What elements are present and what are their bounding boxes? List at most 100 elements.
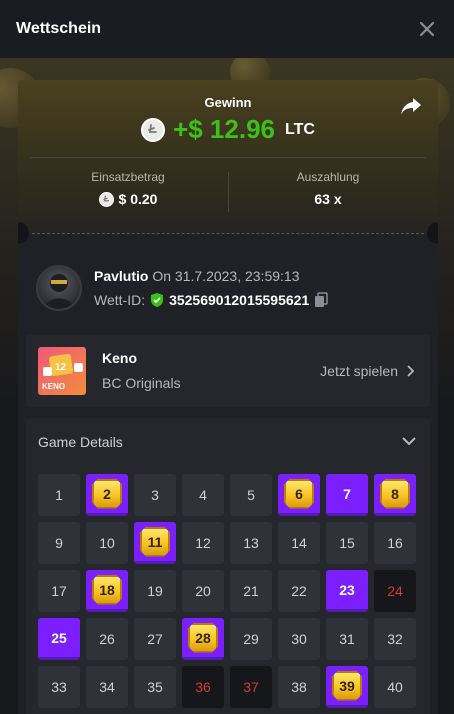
username[interactable]: Pavlutio <box>94 268 148 284</box>
close-icon[interactable] <box>416 18 438 40</box>
copy-icon[interactable] <box>313 292 329 308</box>
ticket-notch-right <box>427 222 438 244</box>
verified-shield-icon <box>151 293 164 307</box>
keno-cell-number: 27 <box>147 631 163 647</box>
keno-cell-number: 35 <box>147 679 163 695</box>
gold-gem-icon: 28 <box>188 622 218 653</box>
win-amount-row: +$ 12.96 LTC <box>18 114 438 145</box>
keno-cell-number: 10 <box>99 535 115 551</box>
divider <box>30 157 426 158</box>
keno-cell-6: 6 <box>278 474 320 516</box>
keno-cell-26: 26 <box>86 618 128 660</box>
keno-cell-33: 33 <box>38 666 80 708</box>
keno-cell-number: 24 <box>387 583 403 599</box>
keno-cell-number: 26 <box>99 631 115 647</box>
keno-cell-3: 3 <box>134 474 176 516</box>
gold-gem-icon: 2 <box>92 478 122 509</box>
keno-cell-28: 28 <box>182 618 224 660</box>
keno-number-grid: 1 2 3 4 5 6 7 8 9 10 11 12 13 14 15 16 17 18 19 20 21 22 23 24 2… <box>38 474 416 708</box>
bet-id-label: Wett-ID: <box>94 292 146 308</box>
payout-stat: Auszahlung 63 x <box>228 170 428 207</box>
keno-cell-14: 14 <box>278 522 320 564</box>
keno-cell-number: 5 <box>247 487 255 503</box>
win-label: Gewinn <box>204 95 252 110</box>
payout-value: 63 x <box>314 191 342 207</box>
keno-cell-5: 5 <box>230 474 272 516</box>
keno-cell-number: 34 <box>99 679 115 695</box>
bet-slip-card: Gewinn +$ 12.96 LTC Einsatzbetrag $ 0.20… <box>18 80 438 714</box>
keno-cell-number: 33 <box>51 679 67 695</box>
bet-amount-value: $ 0.20 <box>28 191 228 207</box>
keno-cell-39: 39 <box>326 666 368 708</box>
keno-thumb-label: KENO <box>42 382 65 391</box>
keno-cell-number: 37 <box>243 679 259 695</box>
gold-gem-icon: 18 <box>92 574 122 605</box>
share-icon[interactable] <box>400 96 422 116</box>
keno-cell-number: 22 <box>291 583 307 599</box>
keno-cell-number: 3 <box>151 487 159 503</box>
keno-cell-37: 37 <box>230 666 272 708</box>
keno-cell-1: 1 <box>38 474 80 516</box>
play-now-link[interactable]: Jetzt spielen <box>320 363 414 379</box>
win-amount: +$ 12.96 <box>173 114 275 144</box>
keno-cell-21: 21 <box>230 570 272 612</box>
keno-cell-number: 16 <box>387 535 403 551</box>
game-details-panel: Game Details 1 2 3 4 5 6 7 8 9 10 11 12 13 14 15 16 17 18… <box>26 418 430 714</box>
keno-cell-number: 21 <box>243 583 259 599</box>
game-provider: BC Originals <box>102 375 181 391</box>
keno-cell-9: 9 <box>38 522 80 564</box>
keno-cell-number: 30 <box>291 631 307 647</box>
keno-cell-23: 23 <box>326 570 368 612</box>
keno-cell-number: 29 <box>243 631 259 647</box>
gold-gem-icon: 11 <box>140 526 170 557</box>
keno-cell-34: 34 <box>86 666 128 708</box>
keno-cell-number: 19 <box>147 583 163 599</box>
keno-cell-20: 20 <box>182 570 224 612</box>
keno-cell-4: 4 <box>182 474 224 516</box>
keno-cell-number: 7 <box>343 485 351 502</box>
keno-cell-number: 13 <box>243 535 259 551</box>
keno-cell-number: 36 <box>195 679 211 695</box>
keno-cell-number: 20 <box>195 583 211 599</box>
keno-cell-number: 25 <box>51 629 67 646</box>
header: Wettschein <box>0 0 454 58</box>
keno-cell-13: 13 <box>230 522 272 564</box>
keno-cell-17: 17 <box>38 570 80 612</box>
keno-cell-29: 29 <box>230 618 272 660</box>
keno-cell-7: 7 <box>326 474 368 516</box>
keno-cell-27: 27 <box>134 618 176 660</box>
keno-cell-24: 24 <box>374 570 416 612</box>
keno-cell-number: 15 <box>339 535 355 551</box>
bet-amount-text: $ 0.20 <box>118 191 158 207</box>
avatar[interactable] <box>36 265 82 311</box>
user-line: Pavlutio On 31.7.2023, 23:59:13 <box>94 268 329 284</box>
keno-cell-number: 38 <box>291 679 307 695</box>
litecoin-icon <box>141 117 166 142</box>
chevron-down-icon[interactable] <box>402 436 416 446</box>
keno-cell-11: 11 <box>134 522 176 564</box>
keno-cell-8: 8 <box>374 474 416 516</box>
keno-cell-number: 1 <box>55 487 63 503</box>
keno-cell-19: 19 <box>134 570 176 612</box>
play-now-label: Jetzt spielen <box>320 363 398 379</box>
keno-cell-22: 22 <box>278 570 320 612</box>
keno-cell-number: 14 <box>291 535 307 551</box>
keno-thumb-number: 12 <box>55 362 67 373</box>
user-text: Pavlutio On 31.7.2023, 23:59:13 Wett-ID:… <box>94 268 329 308</box>
keno-cell-15: 15 <box>326 522 368 564</box>
keno-cell-40: 40 <box>374 666 416 708</box>
keno-cell-12: 12 <box>182 522 224 564</box>
game-details-title: Game Details <box>38 434 123 450</box>
keno-cell-2: 2 <box>86 474 128 516</box>
keno-cell-number: 12 <box>195 535 211 551</box>
win-currency: LTC <box>285 120 315 138</box>
keno-cell-38: 38 <box>278 666 320 708</box>
page-title: Wettschein <box>16 20 102 37</box>
gold-gem-icon: 8 <box>380 478 410 509</box>
game-row: 12 KENO Keno BC Originals Jetzt spielen <box>26 335 430 407</box>
keno-cell-35: 35 <box>134 666 176 708</box>
keno-cell-36: 36 <box>182 666 224 708</box>
bet-amount-label: Einsatzbetrag <box>91 170 165 184</box>
gold-gem-icon: 39 <box>332 670 362 701</box>
keno-cell-number: 31 <box>339 631 355 647</box>
